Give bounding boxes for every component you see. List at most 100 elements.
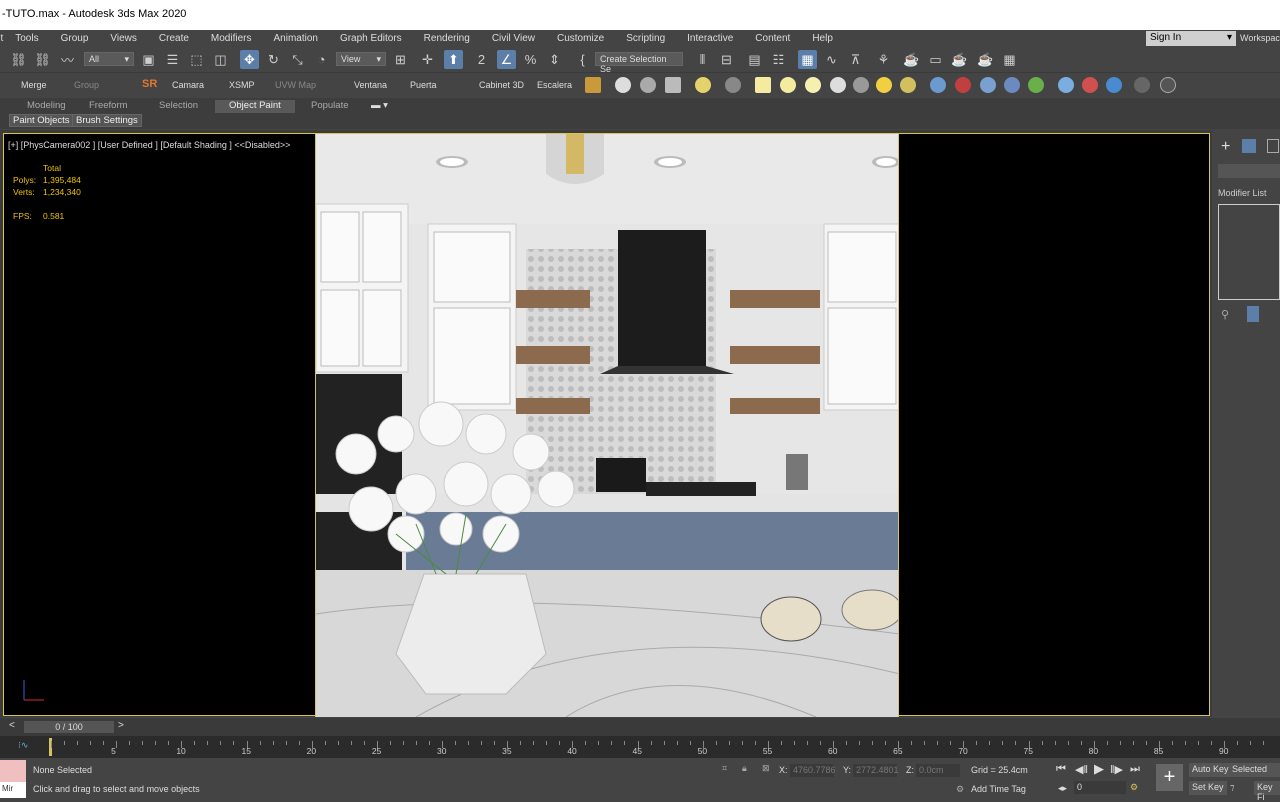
play-icon[interactable]: ▶: [1094, 761, 1104, 777]
goto-start-icon[interactable]: ⏮: [1056, 763, 1066, 776]
object-name-field[interactable]: [1218, 164, 1280, 178]
menu-interactive[interactable]: Interactive: [687, 33, 733, 44]
reference-coordinate-dropdown[interactable]: View ▾: [336, 52, 386, 66]
z-coordinate-field[interactable]: 0.0cm: [916, 764, 960, 777]
dome-light-icon[interactable]: [780, 77, 796, 93]
workspace-label[interactable]: Workspac: [1240, 33, 1280, 43]
pivot-point-icon[interactable]: ⊞: [391, 50, 410, 69]
menu-tools[interactable]: Tools: [15, 33, 38, 44]
menu-civil-view[interactable]: Civil View: [492, 33, 535, 44]
set-key-button[interactable]: Set Key: [1189, 781, 1227, 795]
ambient-light-icon[interactable]: [900, 77, 916, 93]
absolute-mode-icon[interactable]: ⊠: [762, 763, 770, 774]
grid-icon[interactable]: [930, 77, 946, 93]
named-selection-sets-dropdown[interactable]: Create Selection Se: [595, 52, 683, 74]
maxscript-listener[interactable]: Mir: [0, 760, 26, 798]
gear-icon[interactable]: [1004, 77, 1020, 93]
selection-filter-dropdown[interactable]: All ▾: [84, 52, 134, 66]
menu-scripting[interactable]: Scripting: [626, 33, 665, 44]
hierarchy-tab-icon[interactable]: [1267, 139, 1279, 153]
sphere-light-icon[interactable]: [805, 77, 821, 93]
selection-lock-icon[interactable]: 🔒︎: [742, 763, 747, 774]
select-rotate-icon[interactable]: ↻: [264, 50, 283, 69]
place-icon[interactable]: ◔: [312, 50, 331, 69]
goto-end-icon[interactable]: ⏭: [1130, 763, 1140, 776]
current-frame-field[interactable]: 0: [1074, 781, 1126, 794]
time-tag-icon[interactable]: ⚙: [956, 784, 964, 795]
escalera-button[interactable]: Escalera: [537, 80, 572, 90]
add-time-tag-button[interactable]: Add Time Tag: [971, 784, 1026, 794]
auto-key-button[interactable]: Auto Key: [1189, 763, 1232, 777]
plane-light-icon[interactable]: [755, 77, 771, 93]
rendered-frame-window-icon[interactable]: ▭: [926, 50, 945, 69]
modify-tab-icon[interactable]: [1242, 139, 1256, 153]
key-mode-icon[interactable]: ◂▸: [1058, 783, 1067, 794]
menu-modifiers[interactable]: Modifiers: [211, 33, 252, 44]
uvw-map-button[interactable]: UVW Map: [275, 80, 316, 90]
merge-button[interactable]: Merge: [21, 80, 47, 90]
brush-settings-button[interactable]: Brush Settings: [72, 114, 142, 127]
create-tab-icon[interactable]: +: [1221, 138, 1230, 156]
triangle-icon[interactable]: [980, 77, 996, 93]
track-bar[interactable]: ⁝∿ 5 10 15 20 25 30 35 40 45 50 55 60 65 70 75 80 85 90: [0, 736, 1280, 758]
sun-icon[interactable]: [876, 77, 892, 93]
scene-explorer-icon[interactable]: ▤: [745, 50, 764, 69]
color-dots-icon[interactable]: [1082, 77, 1098, 93]
isolate-selection-icon[interactable]: ⌗: [722, 763, 727, 774]
material-editor-icon[interactable]: ⚘: [874, 50, 893, 69]
sign-in-button[interactable]: Sign In ▾: [1146, 31, 1236, 46]
cabinet-3d-button[interactable]: Cabinet 3D: [479, 80, 524, 90]
maxscript-mini-input[interactable]: Mir: [0, 782, 26, 798]
unlink-icon[interactable]: ⛓: [33, 50, 52, 69]
help-icon[interactable]: [1160, 77, 1176, 93]
curve-editor-icon[interactable]: ∿: [822, 50, 841, 69]
ventana-button[interactable]: Ventana: [354, 80, 387, 90]
menu-help[interactable]: Help: [812, 33, 833, 44]
viewport-label[interactable]: [+] [PhysCamera002 ] [User Defined ] [De…: [8, 140, 290, 150]
select-object-icon[interactable]: ▣: [139, 50, 158, 69]
sr-button[interactable]: SR: [142, 78, 157, 90]
time-slider[interactable]: < 0 / 100 >: [0, 718, 1280, 736]
percent-snap-icon[interactable]: %: [521, 50, 540, 69]
tab-selection[interactable]: Selection: [159, 100, 198, 111]
render-iterative-icon[interactable]: ☕: [976, 50, 995, 69]
tab-object-paint[interactable]: Object Paint: [215, 100, 295, 113]
tab-modeling[interactable]: Modeling: [27, 100, 66, 111]
bind-space-warp-icon[interactable]: 〰: [58, 50, 77, 69]
time-slider-thumb[interactable]: 0 / 100: [24, 721, 114, 733]
frame-buffer-icon[interactable]: [1134, 77, 1150, 93]
render-setup-icon[interactable]: ☕: [902, 50, 921, 69]
snaps-toggle-icon[interactable]: 2: [472, 50, 491, 69]
schematic-view-icon[interactable]: ⊼: [846, 50, 865, 69]
y-coordinate-field[interactable]: 2772.4801: [853, 764, 899, 777]
menu-group[interactable]: Group: [61, 33, 89, 44]
cloud-icon[interactable]: [640, 77, 656, 93]
menu-content[interactable]: Content: [755, 33, 790, 44]
rectangular-selection-icon[interactable]: ⬚: [187, 50, 206, 69]
menu-animation[interactable]: Animation: [273, 33, 317, 44]
ies-light-icon[interactable]: [853, 77, 869, 93]
plant-icon[interactable]: [1028, 77, 1044, 93]
window-crossing-icon[interactable]: ◫: [211, 50, 230, 69]
render-settings-icon[interactable]: [1106, 77, 1122, 93]
render-in-cloud-icon[interactable]: ▦: [1000, 50, 1019, 69]
bulb-icon[interactable]: [695, 77, 711, 93]
menu-customize[interactable]: Customize: [557, 33, 604, 44]
camera-viewport[interactable]: [+] [PhysCamera002 ] [User Defined ] [De…: [3, 133, 1210, 717]
select-scale-icon[interactable]: ⤡: [288, 50, 307, 69]
cabinet-icon[interactable]: [585, 77, 601, 93]
previous-key-icon[interactable]: ◀‖: [1075, 763, 1088, 776]
align-icon[interactable]: ⊟: [717, 50, 736, 69]
angle-snap-icon[interactable]: ∠: [497, 50, 516, 69]
toggle-ribbon-icon[interactable]: ▦: [798, 50, 817, 69]
previous-frame-icon[interactable]: <: [9, 720, 15, 731]
select-by-name-icon[interactable]: ☰: [163, 50, 182, 69]
modifier-stack[interactable]: [1218, 204, 1280, 300]
menu-rendering[interactable]: Rendering: [424, 33, 470, 44]
next-key-icon[interactable]: ‖▶: [1110, 763, 1123, 776]
modifier-list-dropdown[interactable]: Modifier List: [1218, 188, 1267, 198]
menu-views[interactable]: Views: [110, 33, 137, 44]
sphere-icon[interactable]: [1058, 77, 1074, 93]
menu-graph-editors[interactable]: Graph Editors: [340, 33, 402, 44]
mirror-icon[interactable]: ⫴: [693, 50, 712, 69]
